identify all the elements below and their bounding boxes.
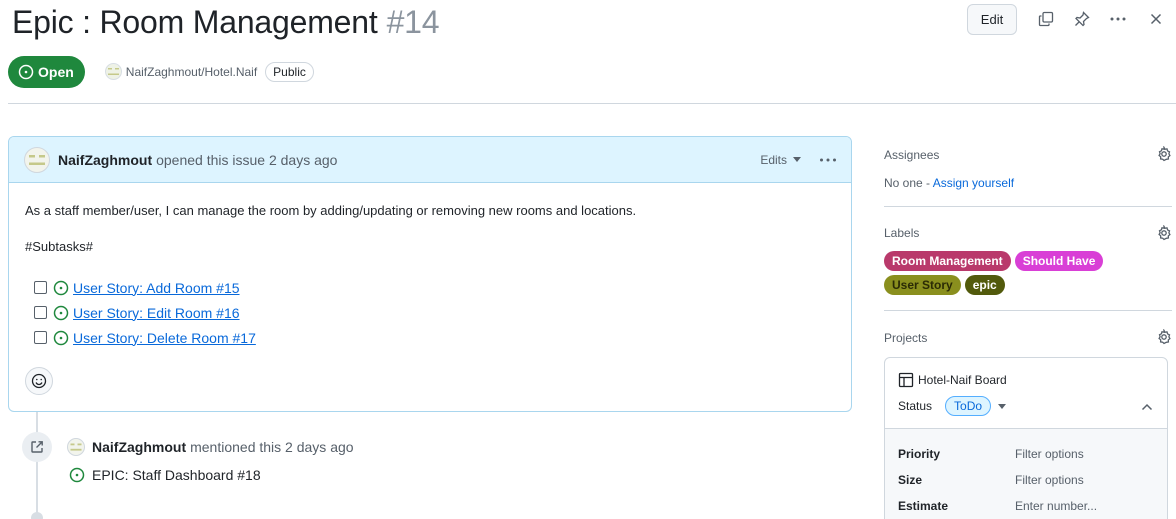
label-should-have[interactable]: Should Have: [1014, 251, 1104, 271]
field-name: Priority: [898, 447, 941, 461]
project-name[interactable]: Hotel-Naif Board: [898, 372, 1007, 388]
issue-sidebar: Assignees No one - Assign yourself Label…: [884, 136, 1176, 519]
timeline-dot: [31, 512, 43, 519]
timeline-action: mentioned this 2 days ago: [190, 439, 354, 455]
projects-section: Projects Hotel-Naif Board Status ToDo Pr…: [884, 311, 1176, 519]
label-epic[interactable]: epic: [964, 275, 1005, 295]
add-reaction-button[interactable]: [25, 367, 53, 395]
issue-opened-icon: [53, 305, 69, 320]
avatar[interactable]: [24, 146, 50, 173]
field-name: Size: [898, 473, 923, 487]
task-list: User Story: Add Room #15 User Story: Edi…: [34, 275, 835, 350]
repo-link[interactable]: NaifZaghmout/Hotel.Naif: [104, 63, 258, 80]
task-link[interactable]: User Story: Edit Room #16: [73, 305, 240, 321]
project-field-estimate[interactable]: Estimate Enter number...: [898, 499, 1158, 513]
comment-more-icon[interactable]: [819, 157, 837, 163]
labels-title: Labels: [884, 226, 920, 240]
labels-list: Room Management Should Have User Story e…: [884, 251, 1144, 295]
avatar[interactable]: [67, 438, 85, 456]
timeline-line: [36, 412, 38, 519]
task-link[interactable]: User Story: Add Room #15: [73, 280, 240, 296]
pin-icon[interactable]: [1064, 3, 1100, 35]
task-checkbox[interactable]: [34, 331, 47, 344]
visibility-badge: Public: [265, 61, 314, 82]
project-fields: Priority Filter options Size Filter opti…: [885, 428, 1167, 519]
edit-title-button[interactable]: Edit: [967, 3, 1017, 35]
subtasks-heading: #Subtasks#: [25, 239, 93, 254]
assignees-none: No one -: [884, 176, 931, 190]
label-room-management[interactable]: Room Management: [884, 251, 1011, 271]
task-checkbox[interactable]: [34, 306, 47, 319]
status-value-pill[interactable]: ToDo: [945, 396, 992, 416]
issue-opened-icon: [53, 330, 69, 345]
project-field-priority[interactable]: Priority Filter options: [898, 447, 1158, 461]
task-checkbox[interactable]: [34, 281, 47, 294]
issue-meta-row: Open NaifZaghmout/Hotel.Naif Public: [8, 55, 314, 88]
more-options-icon[interactable]: [1100, 3, 1136, 35]
avatar: [104, 63, 122, 80]
projects-title: Projects: [884, 331, 928, 345]
issue-body-comment: NaifZaghmout opened this issue 2 days ag…: [8, 136, 852, 412]
timeline-author[interactable]: NaifZaghmout: [92, 439, 186, 455]
table-icon: [898, 372, 914, 388]
task-item: User Story: Edit Room #16: [34, 300, 835, 325]
assign-yourself-link[interactable]: Assign yourself: [933, 176, 1014, 190]
task-link[interactable]: User Story: Delete Room #17: [73, 330, 256, 346]
status-caret-down-icon[interactable]: [998, 403, 1007, 409]
assignees-section: Assignees No one - Assign yourself: [884, 136, 1176, 206]
status-badge: Open: [8, 55, 85, 88]
labels-gear-icon[interactable]: [1156, 223, 1172, 244]
assignees-title: Assignees: [884, 148, 940, 162]
assignees-gear-icon[interactable]: [1156, 144, 1172, 165]
comment-header: NaifZaghmout opened this issue 2 days ag…: [9, 137, 851, 183]
edits-dropdown[interactable]: Edits: [760, 153, 801, 167]
comment-author[interactable]: NaifZaghmout: [58, 152, 152, 168]
labels-section: Labels Room Management Should Have User …: [884, 207, 1176, 310]
status-label: Open: [38, 63, 74, 80]
issue-opened-icon: [69, 467, 85, 483]
projects-gear-icon[interactable]: [1156, 327, 1172, 348]
comment-opened-text: opened this issue 2 days ago: [156, 151, 338, 168]
repo-name: NaifZaghmout/Hotel.Naif: [125, 64, 258, 79]
comment-text: As a staff member/user, I can manage the…: [25, 203, 637, 218]
close-icon[interactable]: [1136, 3, 1176, 35]
copy-icon[interactable]: [1028, 3, 1064, 35]
chevron-up-icon[interactable]: [1141, 399, 1153, 414]
issue-opened-icon: [18, 64, 34, 79]
assignees-value: No one - Assign yourself: [884, 176, 1176, 190]
smiley-icon: [31, 373, 47, 389]
edits-label: Edits: [760, 152, 787, 167]
field-value: Filter options: [1015, 473, 1084, 487]
project-field-size[interactable]: Size Filter options: [898, 473, 1158, 487]
cross-reference-icon: [22, 432, 52, 462]
field-value: Filter options: [1015, 447, 1084, 461]
timeline-reference[interactable]: EPIC: Staff Dashboard #18: [69, 467, 261, 483]
project-status-row: Status ToDo: [898, 396, 1007, 416]
status-field-label: Status: [898, 399, 933, 413]
header-divider: [8, 103, 1176, 104]
issue-header-actions: Edit: [967, 3, 1176, 35]
field-value: Enter number...: [1015, 499, 1098, 513]
issue-number: #14: [386, 3, 440, 40]
issue-title: Epic : Room Management: [12, 3, 378, 40]
issue-title-row: Epic : Room Management #14: [12, 0, 440, 44]
comment-body: As a staff member/user, I can manage the…: [9, 183, 851, 350]
task-item: User Story: Delete Room #17: [34, 325, 835, 350]
issue-opened-icon: [53, 280, 69, 295]
project-board-name: Hotel-Naif Board: [918, 373, 1007, 387]
field-name: Estimate: [898, 499, 949, 513]
project-card: Hotel-Naif Board Status ToDo Priority Fi…: [884, 357, 1168, 519]
timeline-mention: NaifZaghmout mentioned this 2 days ago: [67, 438, 354, 456]
timeline-reference-title: EPIC: Staff Dashboard #18: [92, 467, 261, 483]
caret-down-icon: [793, 157, 801, 162]
label-user-story[interactable]: User Story: [884, 275, 961, 295]
task-item: User Story: Add Room #15: [34, 275, 835, 300]
